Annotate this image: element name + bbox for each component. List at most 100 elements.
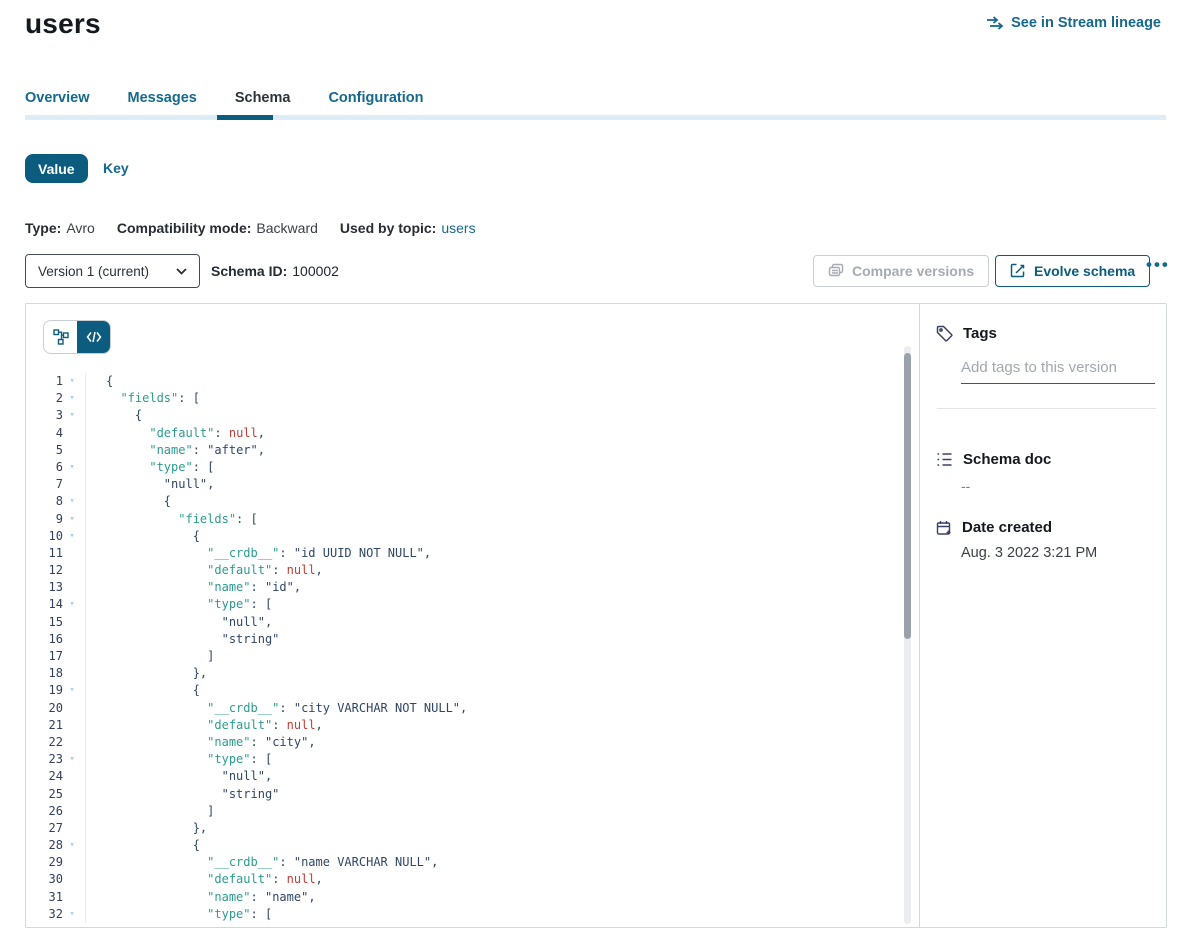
- fold-toggle-icon[interactable]: ▾: [63, 596, 81, 613]
- editor-view-toggle: [43, 320, 111, 354]
- code-line: 20 "__crdb__": "city VARCHAR NOT NULL",: [26, 700, 904, 717]
- tab-active-indicator: [217, 115, 273, 120]
- fold-toggle-icon[interactable]: ▾: [63, 906, 81, 923]
- code-line-text: "name": "id",: [86, 579, 301, 596]
- line-number: 31: [26, 889, 63, 906]
- fold-toggle-icon[interactable]: ▾: [63, 511, 81, 528]
- code-line-text: "null",: [86, 476, 214, 493]
- evolve-schema-icon: [1010, 263, 1026, 279]
- code-line: 16 "string": [26, 631, 904, 648]
- code-line: 23▾ "type": [: [26, 751, 904, 768]
- tags-section-heading: Tags: [936, 325, 997, 342]
- fold-toggle-icon[interactable]: ▾: [63, 373, 81, 390]
- schema-doc-heading: Schema doc: [936, 451, 1051, 468]
- schema-sidebar: Tags Schema doc -- Date created: [919, 304, 1167, 927]
- tag-icon: [936, 325, 953, 342]
- code-line: 24 "null",: [26, 768, 904, 785]
- schema-id-label: Schema ID:: [211, 263, 287, 279]
- code-line-text: {: [86, 493, 171, 510]
- stream-lineage-link[interactable]: See in Stream lineage: [986, 15, 1161, 31]
- code-line: 11 "__crdb__": "id UUID NOT NULL",: [26, 545, 904, 562]
- tab-schema[interactable]: Schema: [235, 90, 291, 116]
- line-number: 24: [26, 768, 63, 785]
- fold-toggle-icon[interactable]: ▾: [63, 528, 81, 545]
- tab-configuration[interactable]: Configuration: [328, 90, 423, 116]
- code-line-text: "null",: [86, 768, 272, 785]
- code-lines[interactable]: 1▾{2▾ "fields": [3▾ {4 "default": null,5…: [26, 373, 904, 923]
- date-created-heading: Date created: [936, 519, 1052, 536]
- meta-topic-link[interactable]: users: [441, 220, 475, 236]
- code-line: 21 "default": null,: [26, 717, 904, 734]
- schema-editor: 1▾{2▾ "fields": [3▾ {4 "default": null,5…: [26, 304, 919, 927]
- compare-versions-icon: [828, 263, 844, 279]
- code-line: 5 "name": "after",: [26, 442, 904, 459]
- meta-topic: Used by topic: users: [340, 220, 476, 236]
- code-line-text: "name": "city",: [86, 734, 316, 751]
- code-line-text: "null",: [86, 614, 272, 631]
- date-created-title: Date created: [962, 519, 1052, 536]
- line-number: 20: [26, 700, 63, 717]
- editor-scrollbar-track[interactable]: [904, 346, 911, 924]
- code-line: 31 "name": "name",: [26, 889, 904, 906]
- fold-toggle-icon[interactable]: ▾: [63, 459, 81, 476]
- tags-input[interactable]: [961, 356, 1155, 384]
- code-line: 14▾ "type": [: [26, 596, 904, 613]
- evolve-schema-button[interactable]: Evolve schema: [995, 255, 1150, 287]
- code-line-text: "default": null,: [86, 871, 323, 888]
- code-line-text: {: [86, 373, 113, 390]
- code-line: 15 "null",: [26, 614, 904, 631]
- version-select[interactable]: Version 1 (current): [25, 254, 200, 288]
- line-number: 4: [26, 425, 63, 442]
- tab-underline-track: [25, 115, 1166, 120]
- fold-toggle-icon[interactable]: ▾: [63, 493, 81, 510]
- code-view-button[interactable]: [77, 321, 110, 353]
- schema-doc-value: --: [961, 478, 970, 494]
- tab-overview[interactable]: Overview: [25, 90, 90, 116]
- line-number: 17: [26, 648, 63, 665]
- meta-type-value: Avro: [66, 220, 95, 236]
- key-toggle-button[interactable]: Key: [103, 160, 129, 176]
- line-number: 6: [26, 459, 63, 476]
- code-line: 13 "name": "id",: [26, 579, 904, 596]
- list-icon: [936, 452, 953, 467]
- code-line-text: "fields": [: [86, 511, 258, 528]
- code-line-text: "string": [86, 631, 279, 648]
- fold-toggle-icon[interactable]: ▾: [63, 390, 81, 407]
- fold-toggle-icon[interactable]: ▾: [63, 407, 81, 424]
- meta-topic-label: Used by topic:: [340, 220, 436, 236]
- schema-meta-row: Type:Avro Compatibility mode:Backward Us…: [25, 220, 476, 236]
- compare-versions-label: Compare versions: [852, 263, 974, 279]
- code-line-text: "default": null,: [86, 562, 323, 579]
- fold-toggle-icon[interactable]: ▾: [63, 751, 81, 768]
- code-line: 6▾ "type": [: [26, 459, 904, 476]
- code-view-icon: [86, 331, 102, 343]
- line-number: 18: [26, 665, 63, 682]
- stream-lineage-label: See in Stream lineage: [1011, 15, 1161, 31]
- line-number: 15: [26, 614, 63, 631]
- line-number: 8: [26, 493, 63, 510]
- schema-doc-title: Schema doc: [963, 451, 1051, 468]
- code-line-text: "string": [86, 786, 279, 803]
- calendar-plus-icon: [936, 520, 952, 536]
- evolve-schema-label: Evolve schema: [1034, 263, 1135, 279]
- code-line-text: "__crdb__": "id UUID NOT NULL",: [86, 545, 431, 562]
- value-toggle-button[interactable]: Value: [25, 154, 88, 183]
- tab-messages[interactable]: Messages: [128, 90, 197, 116]
- tree-view-button[interactable]: [44, 321, 77, 353]
- code-line-text: {: [86, 682, 200, 699]
- code-line: 32▾ "type": [: [26, 906, 904, 923]
- line-number: 30: [26, 871, 63, 888]
- line-number: 29: [26, 854, 63, 871]
- fold-toggle-icon[interactable]: ▾: [63, 837, 81, 854]
- more-options-button[interactable]: •••: [1146, 255, 1170, 275]
- line-number: 7: [26, 476, 63, 493]
- date-created-value: Aug. 3 2022 3:21 PM: [961, 545, 1097, 561]
- fold-toggle-icon[interactable]: ▾: [63, 682, 81, 699]
- line-number: 13: [26, 579, 63, 596]
- code-line-text: "type": [: [86, 906, 272, 923]
- code-line-text: {: [86, 407, 142, 424]
- editor-scrollbar-thumb[interactable]: [904, 353, 911, 639]
- code-line-text: "__crdb__": "city VARCHAR NOT NULL",: [86, 700, 467, 717]
- compare-versions-button[interactable]: Compare versions: [813, 255, 989, 287]
- line-number: 21: [26, 717, 63, 734]
